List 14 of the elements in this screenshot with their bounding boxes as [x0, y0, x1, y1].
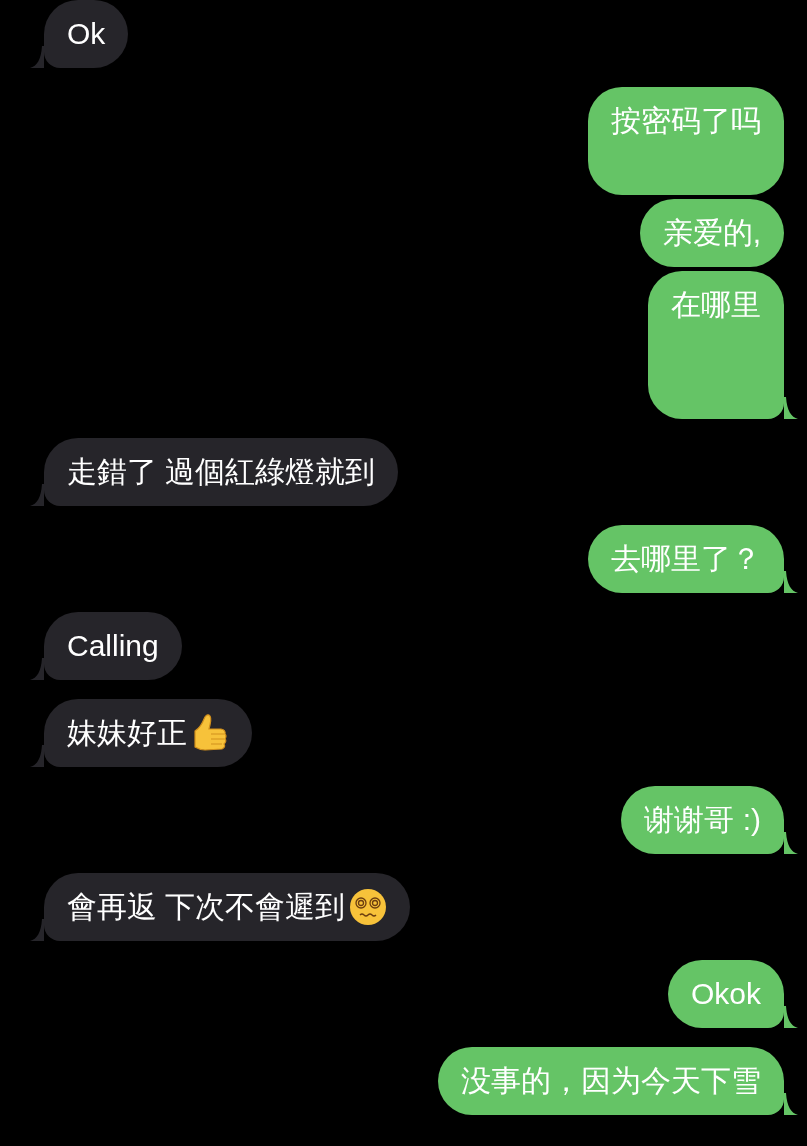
message-text: 亲爱的,	[662, 215, 761, 251]
message-text: 按密码了吗	[611, 103, 761, 139]
message-text: 没事的，因为今天下雪	[461, 1063, 761, 1099]
message-text: 在哪里	[671, 287, 761, 323]
dizzy-face-icon	[349, 888, 388, 926]
message-text: Okok	[690, 976, 761, 1012]
message-text: 會再返 下次不會遲到	[67, 889, 346, 925]
message-text: 谢谢哥 :)	[644, 802, 761, 838]
message-text: 走錯了 過個紅綠燈就到	[67, 454, 376, 490]
message-text: Ok	[67, 16, 106, 52]
thumbs-up-icon	[191, 713, 229, 753]
message-text: Calling	[67, 628, 159, 664]
message-text: 妹妹好正	[67, 715, 187, 751]
message-text: 去哪里了？	[611, 541, 761, 577]
